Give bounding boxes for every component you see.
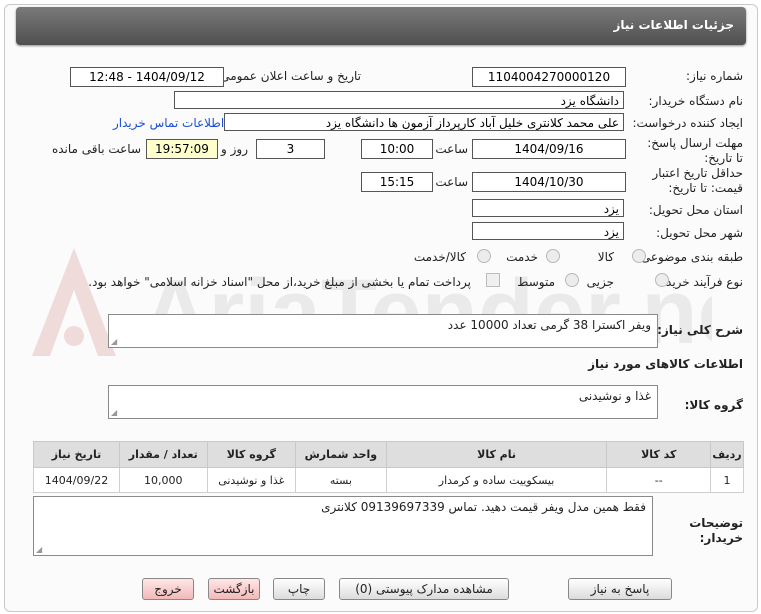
- description-text: ویفر اکسترا 38 گرمی تعداد 10000 عدد: [447, 318, 651, 332]
- deadline-date-field: 1404/09/16: [472, 139, 626, 159]
- exit-button[interactable]: خروج: [142, 578, 194, 600]
- category-option-goods: کالا: [597, 250, 614, 264]
- buyer-label: نام دستگاه خریدار:: [648, 94, 744, 108]
- resize-grip-icon: ◢: [36, 545, 43, 554]
- purchase-radio-minor[interactable]: [655, 273, 669, 287]
- validity-time-label: ساعت: [435, 175, 468, 189]
- table-header-row: ردیف کد کالا نام کالا واحد شمارش گروه کا…: [33, 441, 744, 468]
- city-field: یزد: [472, 222, 624, 240]
- col-unit: واحد شمارش: [295, 441, 387, 468]
- deadline-time-field: 10:00: [361, 139, 433, 159]
- cell-quantity: 10,000: [119, 467, 208, 493]
- treasury-checkbox[interactable]: [486, 273, 500, 287]
- group-textarea[interactable]: غذا و نوشیدنی ◢: [108, 385, 658, 419]
- buyer-field: دانشگاه یزد: [174, 91, 624, 109]
- resize-grip-icon: ◢: [111, 408, 118, 417]
- description-label: شرح کلی نیاز:: [657, 323, 743, 337]
- col-quantity: تعداد / مقدار: [119, 441, 208, 468]
- days-label: روز و: [221, 142, 248, 156]
- back-button[interactable]: بازگشت: [208, 578, 260, 600]
- resize-grip-icon: ◢: [111, 337, 118, 346]
- goods-info-heading: اطلاعات کالاهای مورد نیاز: [588, 357, 743, 371]
- validity-time-field: 15:15: [361, 172, 433, 192]
- purchase-option-medium: متوسط: [517, 275, 555, 289]
- province-label: استان محل تحویل:: [648, 203, 743, 217]
- deadline-label: مهلت ارسال پاسخ: تا تاریخ:: [647, 136, 743, 165]
- cell-row: 1: [710, 467, 744, 493]
- remaining-time-field: 19:57:09: [146, 139, 218, 159]
- cell-code: --: [606, 467, 712, 493]
- print-button[interactable]: چاپ: [273, 578, 325, 600]
- buyer-contact-link[interactable]: اطلاعات تماس خریدار: [113, 116, 224, 130]
- purchase-radio-medium[interactable]: [565, 273, 579, 287]
- buyer-notes-label: توضیحات خریدار:: [689, 516, 743, 545]
- deadline-time-label: ساعت: [435, 142, 468, 156]
- cell-unit: بسته: [295, 467, 387, 493]
- category-option-service: خدمت: [506, 250, 538, 264]
- col-date: تاریخ نیاز: [33, 441, 120, 468]
- announce-label: تاریخ و ساعت اعلان عمومی:: [216, 69, 361, 83]
- category-option-both: کالا/خدمت: [413, 250, 466, 264]
- days-field: 3: [256, 139, 325, 159]
- group-label: گروه کالا:: [684, 398, 743, 412]
- page-header: جزئیات اطلاعات نیاز: [16, 7, 746, 45]
- table-row: 1 -- بیسکوییت ساده و کرمدار بسته غذا و ن…: [33, 467, 744, 493]
- announce-field: 1404/09/12 - 12:48: [70, 67, 224, 87]
- category-radio-goods[interactable]: [632, 249, 646, 263]
- category-label: طبقه بندی موضوعی:: [636, 250, 743, 264]
- requester-field: علی محمد کلانتری خلیل آباد کارپرداز آزمو…: [224, 113, 624, 131]
- requester-label: ایجاد کننده درخواست:: [632, 116, 743, 130]
- need-number-label: شماره نیاز:: [686, 69, 743, 83]
- treasury-note: پرداخت تمام یا بخشی از مبلغ خرید،از محل …: [88, 275, 471, 289]
- category-radio-service[interactable]: [546, 249, 560, 263]
- page-title: جزئیات اطلاعات نیاز: [613, 18, 734, 32]
- description-textarea[interactable]: ویفر اکسترا 38 گرمی تعداد 10000 عدد ◢: [108, 314, 658, 348]
- reply-button[interactable]: پاسخ به نیاز: [568, 578, 672, 600]
- cell-group: غذا و نوشیدنی: [206, 467, 297, 493]
- purchase-label: نوع فرآیند خرید :: [658, 275, 743, 289]
- city-label: شهر محل تحویل:: [656, 226, 743, 240]
- attachments-button[interactable]: مشاهده مدارک پیوستی (0): [339, 578, 509, 600]
- category-radio-both[interactable]: [477, 249, 491, 263]
- buyer-notes-text: فقط همین مدل ویفر قیمت دهید. تماس 091396…: [321, 500, 646, 514]
- col-group: گروه کالا: [206, 441, 297, 468]
- validity-date-field: 1404/10/30: [472, 172, 626, 192]
- col-row: ردیف: [710, 441, 744, 468]
- col-code: کد کالا: [606, 441, 712, 468]
- validity-label: حداقل تاریخ اعتبار قیمت: تا تاریخ:: [652, 166, 743, 195]
- cell-name: بیسکوییت ساده و کرمدار: [385, 467, 608, 493]
- buyer-notes-textarea[interactable]: فقط همین مدل ویفر قیمت دهید. تماس 091396…: [33, 496, 653, 556]
- remaining-label: ساعت باقی مانده: [51, 142, 141, 156]
- cell-date: 1404/09/22: [33, 467, 120, 493]
- col-name: نام کالا: [385, 441, 608, 468]
- group-text: غذا و نوشیدنی: [578, 389, 651, 403]
- province-field: یزد: [472, 199, 624, 217]
- items-table: ردیف کد کالا نام کالا واحد شمارش گروه کا…: [33, 441, 744, 493]
- purchase-option-minor: جزیی: [586, 275, 614, 289]
- need-number-field: 1104004270000120: [472, 67, 626, 87]
